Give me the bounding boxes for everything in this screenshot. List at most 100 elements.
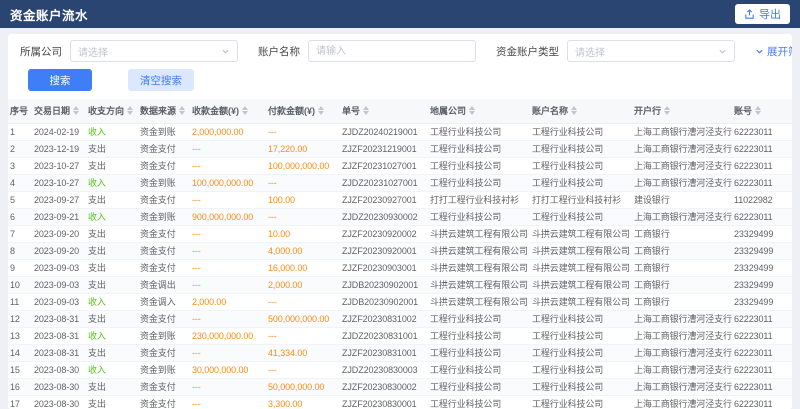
cell-date: 2023-08-30 — [32, 361, 86, 378]
cell-payment: 2,000.00 — [266, 276, 340, 293]
cell-order_no: ZJDB20230902001 — [340, 276, 428, 293]
cell-payment: 50,000,000.00 — [266, 378, 340, 395]
cell-account_no: 62223011 — [732, 327, 792, 344]
table-row: 42023-10-27收入资金到账100,000,000.00---ZJDZ20… — [8, 174, 792, 191]
cell-receipt: 230,000,000.00 — [190, 327, 266, 344]
sort-carets-icon[interactable] — [363, 106, 369, 115]
cell-payment: 500,000,000.00 — [266, 310, 340, 327]
cell-date: 2023-09-20 — [32, 242, 86, 259]
cell-index: 12 — [8, 310, 32, 327]
cell-payment: 41,334.00 — [266, 344, 340, 361]
cell-source: 资金到账 — [138, 361, 190, 378]
company-select[interactable]: 请选择 — [70, 40, 238, 62]
cell-order_no: ZJDZ20231027001 — [340, 174, 428, 191]
cell-date: 2023-08-31 — [32, 344, 86, 361]
cell-account_no: 23329499 — [732, 293, 792, 310]
cell-order_no: ZJZF20230920001 — [340, 242, 428, 259]
column-header-order_no[interactable]: 单号 — [340, 99, 428, 123]
cell-index: 17 — [8, 395, 32, 409]
column-header-payment[interactable]: 付款金额(¥) — [266, 99, 340, 123]
cell-source: 资金支付 — [138, 378, 190, 395]
search-button[interactable]: 搜索 — [28, 69, 92, 91]
account-type-select[interactable]: 请选择 — [567, 40, 735, 62]
export-button[interactable]: 导出 — [735, 4, 790, 24]
cell-source: 资金支付 — [138, 157, 190, 174]
column-header-index: 序号 — [8, 99, 32, 123]
cell-direction: 支出 — [86, 157, 138, 174]
cell-order_no: ZJZF20231027001 — [340, 157, 428, 174]
cell-bank: 上海工商银行漕河泾支行 — [632, 123, 732, 140]
cell-account_name: 斗拱云建筑工程有限公司 — [530, 276, 632, 293]
cell-bank: 工商银行 — [632, 259, 732, 276]
cell-date: 2023-09-20 — [32, 225, 86, 242]
table-row: 102023-09-03支出资金调出---2,000.00ZJDB2023090… — [8, 276, 792, 293]
cell-payment: 100,000,000.00 — [266, 157, 340, 174]
cell-order_no: ZJZF20230831002 — [340, 310, 428, 327]
sort-carets-icon[interactable] — [571, 106, 577, 115]
column-header-source[interactable]: 数据来源 — [138, 99, 190, 123]
expand-filters-link[interactable]: 展开筛选 — [755, 44, 792, 59]
sort-carets-icon[interactable] — [242, 106, 248, 115]
cell-payment: 10.00 — [266, 225, 340, 242]
cell-date: 2023-08-30 — [32, 378, 86, 395]
cell-date: 2023-12-19 — [32, 140, 86, 157]
column-header-account_no[interactable]: 账号 — [732, 99, 792, 123]
cell-index: 9 — [8, 259, 32, 276]
sort-carets-icon[interactable] — [127, 106, 133, 115]
column-header-direction[interactable]: 收支方向 — [86, 99, 138, 123]
expand-chevron-icon — [755, 47, 764, 56]
cell-source: 资金支付 — [138, 259, 190, 276]
cell-receipt: --- — [190, 310, 266, 327]
cell-order_no: ZJDB20230902001 — [340, 293, 428, 310]
cell-index: 11 — [8, 293, 32, 310]
cell-company: 打打工程行业科技衬衫 — [428, 191, 530, 208]
column-header-date[interactable]: 交易日期 — [32, 99, 86, 123]
column-header-account_name[interactable]: 账户名称 — [530, 99, 632, 123]
sort-carets-icon[interactable] — [73, 106, 79, 115]
cell-date: 2023-10-27 — [32, 174, 86, 191]
cell-direction: 支出 — [86, 191, 138, 208]
cell-source: 资金支付 — [138, 191, 190, 208]
cell-payment: 16,000.00 — [266, 259, 340, 276]
cell-index: 3 — [8, 157, 32, 174]
cell-source: 资金到账 — [138, 174, 190, 191]
table-head-row: 序号交易日期收支方向 数据来源收款金额(¥)付款金额(¥) 单号地属公司账户名称 开户… — [8, 99, 792, 123]
cell-account_name: 工程行业科技公司 — [530, 378, 632, 395]
cell-account_name: 工程行业科技公司 — [530, 310, 632, 327]
cell-bank: 工商银行 — [632, 293, 732, 310]
cell-receipt: 2,000,000.00 — [190, 123, 266, 140]
sort-carets-icon[interactable] — [664, 106, 670, 115]
column-header-bank[interactable]: 开户行 — [632, 99, 732, 123]
column-header-receipt[interactable]: 收款金额(¥) — [190, 99, 266, 123]
column-header-company[interactable]: 地属公司 — [428, 99, 530, 123]
sort-carets-icon[interactable] — [318, 106, 324, 115]
cell-receipt: --- — [190, 276, 266, 293]
cell-order_no: ZJDZ20230831001 — [340, 327, 428, 344]
column-label-payment: 付款金额(¥) — [268, 106, 315, 116]
expand-filters-label: 展开筛选 — [767, 44, 792, 59]
cell-bank: 上海工商银行漕河泾支行 — [632, 344, 732, 361]
table-row: 72023-09-20支出资金支付---10.00ZJZF20230920002… — [8, 225, 792, 242]
cell-payment: 4,000.00 — [266, 242, 340, 259]
column-label-account_name: 账户名称 — [532, 106, 568, 116]
cell-account_no: 23329499 — [732, 259, 792, 276]
cell-bank: 上海工商银行漕河泾支行 — [632, 395, 732, 409]
cell-direction: 支出 — [86, 344, 138, 361]
sort-carets-icon[interactable] — [755, 106, 761, 115]
filter-account-name: 账户名称 — [258, 40, 476, 62]
table-row: 152023-08-30收入资金到账30,000,000.00---ZJDZ20… — [8, 361, 792, 378]
clear-search-button[interactable]: 清空搜索 — [128, 69, 194, 91]
cell-index: 7 — [8, 225, 32, 242]
cell-order_no: ZJZF20230927001 — [340, 191, 428, 208]
sort-carets-icon[interactable] — [179, 106, 185, 115]
table-row: 32023-10-27支出资金支付---100,000,000.00ZJZF20… — [8, 157, 792, 174]
chevron-down-icon — [221, 47, 230, 56]
sort-carets-icon[interactable] — [469, 106, 475, 115]
cell-company: 工程行业科技公司 — [428, 123, 530, 140]
cell-receipt: --- — [190, 344, 266, 361]
column-label-direction: 收支方向 — [88, 106, 124, 116]
cell-receipt: --- — [190, 157, 266, 174]
cell-bank: 工商银行 — [632, 242, 732, 259]
account-name-input[interactable] — [308, 40, 476, 62]
cell-account_no: 62223011 — [732, 123, 792, 140]
